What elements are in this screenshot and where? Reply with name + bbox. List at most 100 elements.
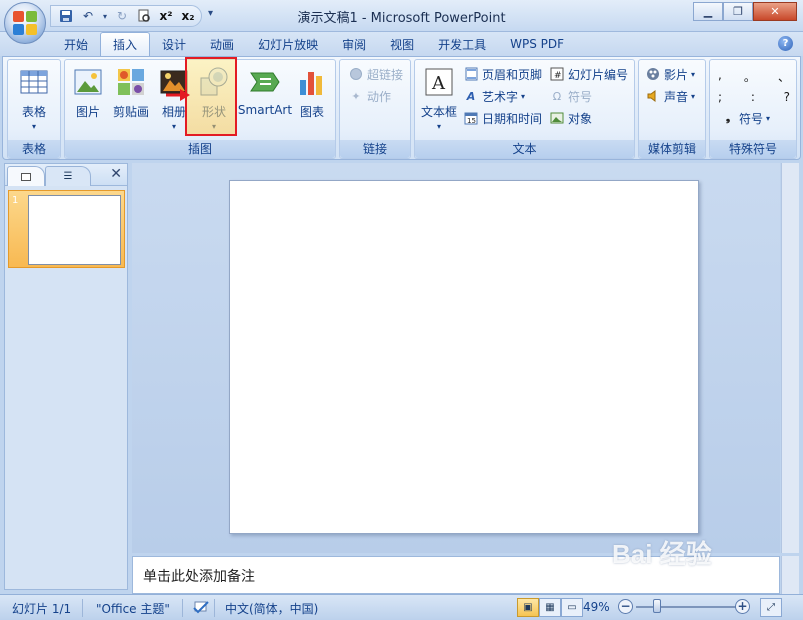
clipart-button[interactable]: 剪贴画 [109,64,153,138]
tab-developer[interactable]: 开发工具 [426,32,498,56]
symbol-question[interactable]: ? [784,90,790,104]
hyperlink-label: 超链接 [367,67,404,82]
restore-button[interactable]: ❐ [723,2,753,21]
chevron-down-icon: ▾ [171,122,176,131]
table-button[interactable]: 表格 ▾ [14,64,54,138]
symbol-label: 符号 [568,89,593,104]
textbox-button[interactable]: A 文本框 ▾ [419,64,459,138]
normal-view-icon: ▣ [523,602,533,613]
movie-label: 影片 [664,67,689,82]
slide-thumbnail-number: 1 [12,195,19,206]
vertical-scrollbar[interactable] [781,163,799,553]
help-icon[interactable]: ? [778,36,793,51]
office-logo-icon [13,11,37,35]
normal-view-button[interactable]: ▣ [517,598,539,617]
zoom-in-button[interactable]: + [735,599,750,614]
subscript-icon[interactable]: x₂ [179,8,197,24]
symbol-enum-comma[interactable]: 、 [778,68,790,85]
object-button[interactable]: 对象 [549,108,592,128]
undo-dropdown-icon[interactable]: ▾ [101,8,109,24]
symbol-period[interactable]: 。 [744,68,756,85]
slideshow-view-button[interactable]: ▭ [561,598,583,617]
ribbon-tab-row: 开始 插入 设计 动画 幻灯片放映 审阅 视图 开发工具 WPS PDF ? [0,32,803,56]
movie-button[interactable]: 影片 ▾ [645,64,695,84]
zoom-level[interactable]: 49% [583,600,610,614]
title-bar: ↶ ▾ ↻ x² x₂ ▾ 演示文稿1 - Microsoft PowerPoi… [0,0,803,32]
omega-icon: Ω [552,89,562,103]
smartart-button[interactable]: SmartArt [237,64,293,138]
group-illustrations-label: 插图 [65,140,335,158]
picture-button[interactable]: 图片 [71,64,105,138]
chart-button[interactable]: 图表 [295,64,329,138]
fit-to-window-button[interactable]: ⤢ [760,598,782,617]
calendar-icon: 15 [463,110,479,126]
object-label: 对象 [568,111,593,126]
tab-slides[interactable] [7,166,45,186]
customize-qat-icon[interactable]: ▾ [208,8,213,19]
datetime-button[interactable]: 15 日期和时间 [463,108,542,128]
hyperlink-button[interactable]: 超链接 [348,64,403,84]
tab-design[interactable]: 设计 [150,32,198,56]
slide-thumbnail-1[interactable]: 1 [8,190,125,268]
quick-access-toolbar: ↶ ▾ ↻ x² x₂ [50,5,202,27]
picture-icon [74,69,102,95]
baidu-watermark-url: jingyan.baidu.com [672,575,753,586]
wordart-button[interactable]: A 艺术字 ▾ [463,86,525,106]
object-icon [549,110,565,126]
save-icon[interactable] [57,8,75,24]
datetime-label: 日期和时间 [482,111,543,126]
slideshow-icon: ▭ [567,602,577,613]
svg-text:#: # [554,71,562,81]
print-preview-icon[interactable] [135,8,153,24]
spellcheck-icon[interactable] [192,600,210,617]
chevron-down-icon: ▾ [521,91,526,101]
table-icon [20,70,48,94]
speaker-icon [645,88,661,104]
status-theme: "Office 主题" [96,602,170,616]
symbol-comma[interactable]: , [718,68,722,85]
minimize-button[interactable]: ▁ [693,2,723,21]
slides-pane: ☰ ✕ 1 [4,163,128,590]
header-footer-icon [463,66,479,82]
symbol-semicolon[interactable]: ; [718,90,722,104]
special-symbol-button[interactable]: ❟ 符号 ▾ [720,108,770,128]
sound-button[interactable]: 声音 ▾ [645,86,695,106]
clipart-button-label: 剪贴画 [112,105,149,119]
action-label: 动作 [367,89,392,104]
tab-animations[interactable]: 动画 [198,32,246,56]
slide-number-icon: # [549,66,565,82]
clipart-icon [118,69,144,95]
zoom-slider-thumb[interactable] [653,599,661,613]
tab-review[interactable]: 审阅 [330,32,378,56]
group-table: 表格 ▾ 表格 [7,59,61,159]
tab-slideshow[interactable]: 幻灯片放映 [246,32,330,56]
album-button-label: 相册 [161,105,186,119]
slide-number-label: 幻灯片编号 [568,67,629,82]
tab-view[interactable]: 视图 [378,32,426,56]
tab-home[interactable]: 开始 [52,32,100,56]
notes-scrollbar[interactable] [781,556,799,594]
red-arrow-icon [166,89,190,101]
slide-canvas[interactable] [229,180,699,534]
slide-number-button[interactable]: # 幻灯片编号 [549,64,628,84]
undo-icon[interactable]: ↶ [79,8,97,24]
tab-wps-pdf[interactable]: WPS PDF [498,32,576,56]
redo-icon[interactable]: ↻ [113,8,131,24]
close-pane-icon[interactable]: ✕ [110,166,122,182]
action-button[interactable]: ✦ 动作 [348,86,391,106]
fit-window-icon: ⤢ [767,602,775,613]
group-text: A 文本框 ▾ 页眉和页脚 A 艺术字 ▾ 15 日期和时间 # 幻灯片编号 Ω… [414,59,635,159]
close-button[interactable]: ✕ [753,2,797,21]
tab-outline[interactable]: ☰ [45,166,91,186]
symbol-colon[interactable]: : [751,90,755,104]
zoom-slider-track[interactable] [636,606,736,608]
tab-insert[interactable]: 插入 [100,32,151,56]
symbol-button[interactable]: Ω 符号 [549,86,592,106]
office-button[interactable] [4,2,46,44]
chevron-down-icon: ▾ [691,91,696,101]
superscript-icon[interactable]: x² [157,8,175,24]
slide-sorter-button[interactable]: ▦ [539,598,561,617]
zoom-out-button[interactable]: − [618,599,633,614]
header-footer-button[interactable]: 页眉和页脚 [463,64,542,84]
baidu-watermark: Bai 经验 [612,539,712,569]
